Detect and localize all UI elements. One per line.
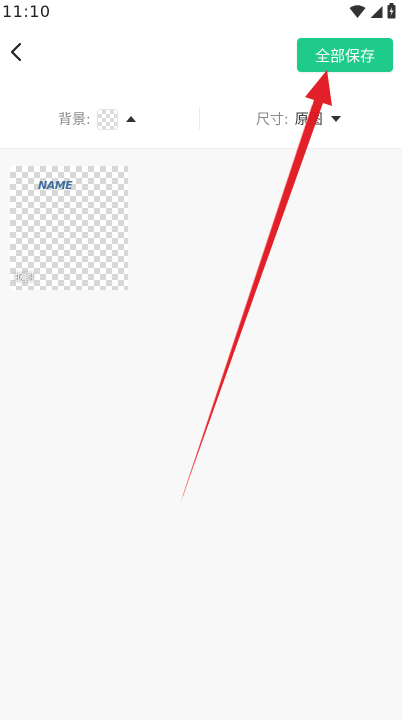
toolbar-divider — [199, 108, 200, 130]
screen: 11:10 全部保存 背景: 尺寸: 原图 NAME 抠图 — [0, 0, 402, 720]
chevron-left-icon — [9, 42, 23, 66]
cellular-icon — [370, 4, 383, 23]
battery-icon — [387, 3, 396, 23]
content-area: NAME 抠图 — [0, 149, 402, 720]
status-icons — [349, 3, 396, 23]
thumbnail-art-text: NAME — [38, 179, 73, 192]
thumbnail-caption: 抠图 — [14, 273, 34, 284]
back-button[interactable] — [2, 40, 30, 68]
options-toolbar: 背景: 尺寸: 原图 — [0, 90, 402, 149]
background-swatch — [96, 108, 118, 130]
save-all-button[interactable]: 全部保存 — [297, 38, 393, 72]
background-label: 背景: — [58, 112, 91, 128]
image-thumbnail[interactable]: NAME 抠图 — [10, 166, 128, 290]
size-value: 原图 — [294, 112, 323, 128]
caret-down-icon — [330, 116, 341, 122]
size-selector[interactable]: 尺寸: 原图 — [256, 107, 341, 131]
status-time: 11:10 — [2, 2, 51, 21]
background-selector[interactable]: 背景: — [58, 107, 136, 131]
status-bar: 11:10 — [0, 0, 402, 26]
wifi-icon — [349, 4, 366, 23]
caret-up-icon — [125, 116, 136, 122]
header: 全部保存 — [0, 26, 402, 90]
size-label: 尺寸: — [256, 112, 289, 128]
